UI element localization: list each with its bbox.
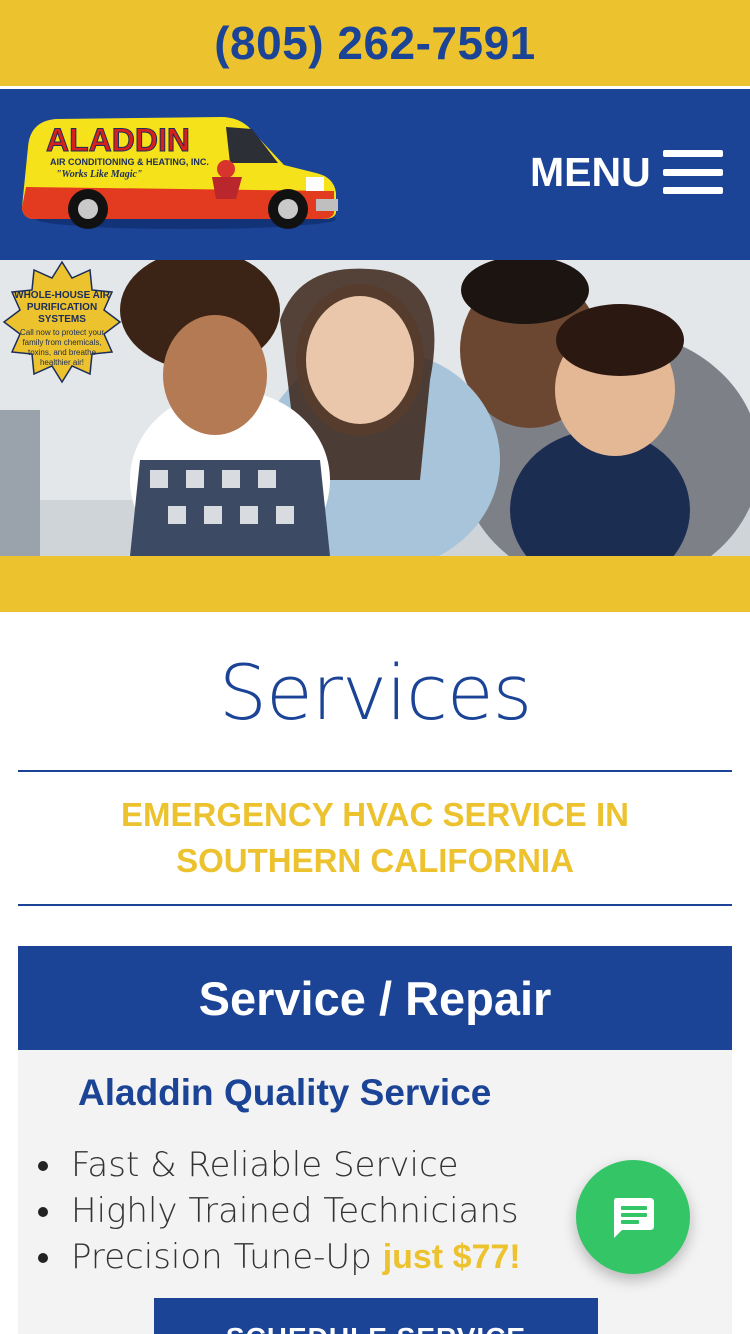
logo-wordmark: ALADDIN (46, 122, 190, 158)
aladdin-van-logo[interactable]: ALADDIN AIR CONDITIONING & HEATING, INC.… (16, 107, 342, 237)
feature-list: Fast & Reliable Service Highly Trained T… (38, 1142, 521, 1280)
top-phone-bar: (805) 262-7591 (0, 0, 750, 86)
tuneup-text: Precision Tune-Up (71, 1237, 383, 1277)
badge-text: WHOLE-HOUSE AIR PURIFICATION SYSTEMS Cal… (12, 290, 112, 368)
schedule-service-button[interactable]: SCHEDULE SERVICE (154, 1298, 598, 1334)
divider-top (18, 770, 732, 772)
logo-tagline: "Works Like Magic" (56, 169, 142, 180)
divider-bottom (18, 904, 732, 906)
tuneup-price: just $77! (382, 1238, 521, 1276)
badge-title: WHOLE-HOUSE AIR PURIFICATION SYSTEMS (14, 290, 110, 325)
feature-item: Highly Trained Technicians (38, 1188, 521, 1234)
menu-button[interactable]: MENU (530, 147, 723, 197)
quality-heading: Aladdin Quality Service (78, 1072, 492, 1113)
page-title: Services (218, 648, 532, 737)
hamburger-icon (662, 150, 723, 194)
logo-subtitle: AIR CONDITIONING & HEATING, INC. (50, 157, 209, 167)
site-header: ALADDIN AIR CONDITIONING & HEATING, INC.… (0, 89, 750, 260)
service-card-heading: Service / Repair (198, 971, 552, 1025)
feature-item: Fast & Reliable Service (38, 1142, 521, 1188)
service-card-header: Service / Repair (18, 946, 732, 1050)
yellow-band (0, 556, 750, 612)
badge-body: Call now to protect your family from che… (19, 328, 105, 367)
chat-bubble-icon (614, 1198, 654, 1238)
chat-widget-button[interactable] (576, 1160, 690, 1274)
hero-image: WHOLE-HOUSE AIR PURIFICATION SYSTEMS Cal… (0, 260, 750, 556)
feature-item-tuneup: Precision Tune-Up just $77! (38, 1234, 521, 1280)
phone-link[interactable]: (805) 262-7591 (214, 16, 536, 70)
menu-label: MENU (530, 148, 651, 195)
page-subtitle: EMERGENCY HVAC SERVICE IN SOUTHERN CALIF… (121, 796, 629, 879)
